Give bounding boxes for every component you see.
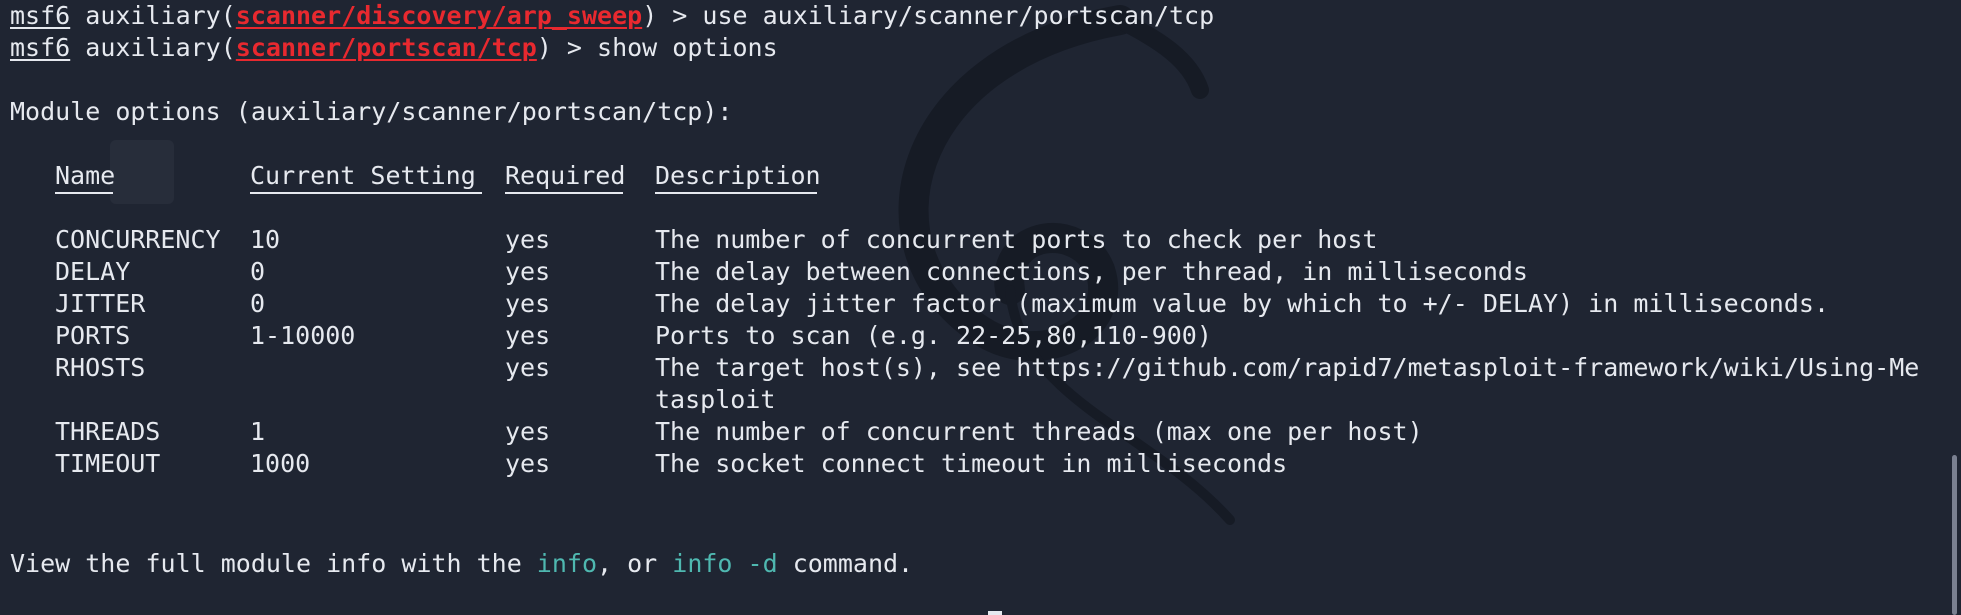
options-table: Name Current Setting Required Descriptio… xyxy=(10,160,1919,480)
option-name: JITTER xyxy=(55,289,146,318)
table-row: RHOSTS yes The target host(s), see https… xyxy=(10,352,1919,416)
option-required: yes xyxy=(505,449,551,478)
rule-name xyxy=(55,192,113,194)
terminal-output[interactable]: msf6 auxiliary(scanner/discovery/arp_swe… xyxy=(10,0,1950,578)
table-row: DELAY 0 yes The delay between connection… xyxy=(10,256,1528,288)
option-description: The number of concurrent threads (max on… xyxy=(655,417,1423,446)
table-row: PORTS 1-10000 yes Ports to scan (e.g. 22… xyxy=(10,320,1212,352)
option-required: yes xyxy=(505,289,551,318)
option-setting: 10 xyxy=(250,225,281,254)
option-description: The target host(s), see https://github.c… xyxy=(655,353,1920,382)
option-name: PORTS xyxy=(55,321,131,350)
desktop-icon-ghost xyxy=(110,140,174,204)
option-description: The number of concurrent ports to check … xyxy=(655,225,1378,254)
option-setting: 0 xyxy=(250,257,266,286)
msf-prompt: msf6 xyxy=(10,1,71,30)
prompt-prefix: auxiliary( xyxy=(70,1,236,30)
table-row: CONCURRENCY 10 yes The number of concurr… xyxy=(10,224,1377,256)
option-required: yes xyxy=(505,417,551,446)
header-name: Name xyxy=(55,161,116,190)
option-setting: 0 xyxy=(250,289,266,318)
footer-line: View the full module info with the info,… xyxy=(10,548,913,580)
active-module: scanner/portscan/tcp xyxy=(235,33,537,62)
table-header: Name Current Setting Required Descriptio… xyxy=(10,160,821,192)
msf-prompt: msf6 xyxy=(10,33,71,62)
option-description: The socket connect timeout in millisecon… xyxy=(655,449,1288,478)
module-options-heading: Module options (auxiliary/scanner/portsc… xyxy=(10,97,733,126)
info-d-command: info -d xyxy=(672,549,778,578)
command-text: ) > show options xyxy=(536,33,778,62)
option-name: DELAY xyxy=(55,257,131,286)
option-required: yes xyxy=(505,225,551,254)
option-name: TIMEOUT xyxy=(55,449,161,478)
option-setting: 1-10000 xyxy=(250,321,356,350)
terminal-scrollbar[interactable] xyxy=(1952,455,1957,615)
option-required: yes xyxy=(505,257,551,286)
rule-description xyxy=(655,192,817,194)
option-description: Ports to scan (e.g. 22-25,80,110-900) xyxy=(655,321,1212,350)
footer-text-middle: , or xyxy=(597,549,673,578)
option-setting: 1 xyxy=(250,417,266,446)
footer-text-before: View the full module info with the xyxy=(10,549,537,578)
header-current-setting: Current Setting xyxy=(250,161,476,190)
option-required: yes xyxy=(505,321,551,350)
header-required: Required xyxy=(505,161,626,190)
command-line-2: msf6 auxiliary(scanner/portscan/tcp) > s… xyxy=(10,32,1950,64)
prompt-prefix: auxiliary( xyxy=(70,33,236,62)
table-row: TIMEOUT 1000 yes The socket connect time… xyxy=(10,448,1287,480)
option-name: THREADS xyxy=(55,417,161,446)
rule-required xyxy=(505,192,623,194)
table-row: JITTER 0 yes The delay jitter factor (ma… xyxy=(10,288,1829,320)
option-setting: 1000 xyxy=(250,449,311,478)
option-description-continued: tasploit xyxy=(655,385,776,414)
table-row: THREADS 1 yes The number of concurrent t… xyxy=(10,416,1423,448)
option-name: RHOSTS xyxy=(55,353,146,382)
table-header-rule xyxy=(10,192,817,224)
command-line-1: msf6 auxiliary(scanner/discovery/arp_swe… xyxy=(10,0,1950,32)
info-command: info xyxy=(536,549,598,578)
option-name: CONCURRENCY xyxy=(55,225,221,254)
option-description: The delay jitter factor (maximum value b… xyxy=(655,289,1829,318)
command-text: ) > use auxiliary/scanner/portscan/tcp xyxy=(642,1,1215,30)
active-module: scanner/discovery/arp_sweep xyxy=(235,1,643,30)
header-description: Description xyxy=(655,161,821,190)
rule-current-setting xyxy=(250,192,482,194)
option-required: yes xyxy=(505,353,551,382)
footer-text-after: command. xyxy=(777,549,914,578)
option-description: The delay between connections, per threa… xyxy=(655,257,1528,286)
text-cursor xyxy=(988,611,1002,615)
